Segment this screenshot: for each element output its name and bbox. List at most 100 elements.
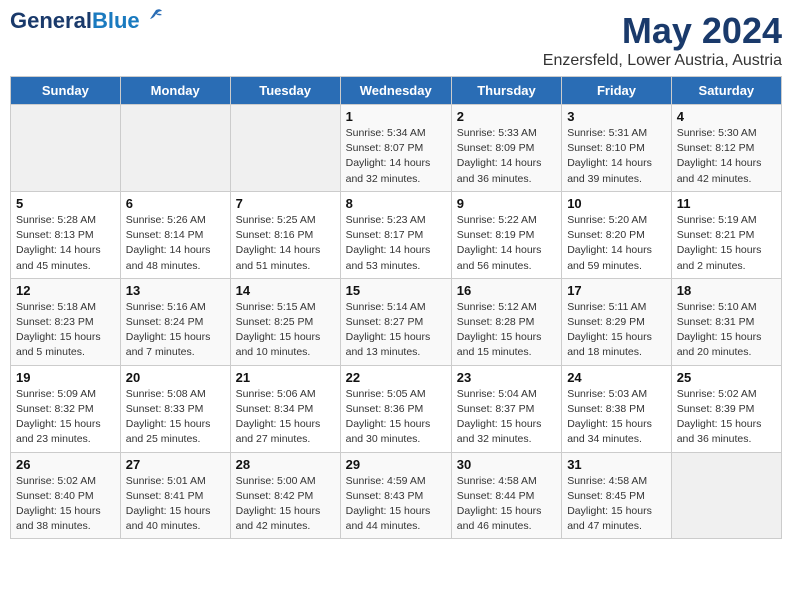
calendar-cell: 6 Sunrise: 5:26 AM Sunset: 8:14 PM Daylig… — [120, 191, 230, 278]
calendar-cell: 14Sunrise: 5:15 AM Sunset: 8:25 PM Dayli… — [230, 278, 340, 365]
location-title: Enzersfeld, Lower Austria, Austria — [543, 52, 782, 70]
calendar-cell: 26 Sunrise: 5:02 AM Sunset: 8:40 PM Dayli… — [11, 452, 121, 539]
day-number: 23 — [457, 370, 556, 385]
day-number: 26 — [16, 457, 115, 472]
calendar-cell — [671, 452, 781, 539]
day-info: Sunrise: 5:06 AM Sunset: 8:34 PM Dayligh… — [236, 387, 335, 448]
calendar-cell: 24 Sunrise: 5:03 AM Sunset: 8:38 PM Dayli… — [562, 365, 672, 452]
calendar-cell: 29Sunrise: 4:59 AM Sunset: 8:43 PM Dayli… — [340, 452, 451, 539]
day-header-friday: Friday — [562, 77, 672, 105]
day-number: 19 — [16, 370, 115, 385]
calendar-cell: 9Sunrise: 5:22 AM Sunset: 8:19 PM Daylig… — [451, 191, 561, 278]
calendar-cell: 2 Sunrise: 5:33 AM Sunset: 8:09 PM Daylig… — [451, 105, 561, 192]
day-number: 8 — [346, 196, 446, 211]
day-info: Sunrise: 5:00 AM Sunset: 8:42 PM Dayligh… — [236, 474, 335, 535]
calendar-week-row: 19 Sunrise: 5:09 AM Sunset: 8:32 PM Dayli… — [11, 365, 782, 452]
day-info: Sunrise: 5:25 AM Sunset: 8:16 PM Dayligh… — [236, 213, 335, 274]
day-info: Sunrise: 5:20 AM Sunset: 8:20 PM Dayligh… — [567, 213, 666, 274]
day-info: Sunrise: 5:19 AM Sunset: 8:21 PM Dayligh… — [677, 213, 776, 274]
day-header-saturday: Saturday — [671, 77, 781, 105]
day-number: 12 — [16, 283, 115, 298]
calendar-table: SundayMondayTuesdayWednesdayThursdayFrid… — [10, 76, 782, 539]
calendar-cell: 21Sunrise: 5:06 AM Sunset: 8:34 PM Dayli… — [230, 365, 340, 452]
day-info: Sunrise: 5:14 AM Sunset: 8:27 PM Dayligh… — [346, 300, 446, 361]
calendar-cell: 28 Sunrise: 5:00 AM Sunset: 8:42 PM Dayli… — [230, 452, 340, 539]
day-info: Sunrise: 5:02 AM Sunset: 8:39 PM Dayligh… — [677, 387, 776, 448]
calendar-cell: 17 Sunrise: 5:11 AM Sunset: 8:29 PM Dayli… — [562, 278, 672, 365]
day-number: 24 — [567, 370, 666, 385]
day-info: Sunrise: 5:34 AM Sunset: 8:07 PM Dayligh… — [346, 126, 446, 187]
day-number: 16 — [457, 283, 556, 298]
day-info: Sunrise: 4:58 AM Sunset: 8:45 PM Dayligh… — [567, 474, 666, 535]
logo-bird-icon — [142, 6, 164, 28]
page-header: GeneralBlue May 2024 Enzersfeld, Lower A… — [10, 10, 782, 70]
day-number: 13 — [126, 283, 225, 298]
day-info: Sunrise: 5:26 AM Sunset: 8:14 PM Dayligh… — [126, 213, 225, 274]
calendar-cell: 12 Sunrise: 5:18 AM Sunset: 8:23 PM Dayli… — [11, 278, 121, 365]
day-number: 30 — [457, 457, 556, 472]
calendar-header-row: SundayMondayTuesdayWednesdayThursdayFrid… — [11, 77, 782, 105]
logo: GeneralBlue — [10, 10, 164, 32]
calendar-cell: 27Sunrise: 5:01 AM Sunset: 8:41 PM Dayli… — [120, 452, 230, 539]
day-info: Sunrise: 5:16 AM Sunset: 8:24 PM Dayligh… — [126, 300, 225, 361]
day-info: Sunrise: 5:30 AM Sunset: 8:12 PM Dayligh… — [677, 126, 776, 187]
calendar-cell: 11Sunrise: 5:19 AM Sunset: 8:21 PM Dayli… — [671, 191, 781, 278]
day-info: Sunrise: 5:28 AM Sunset: 8:13 PM Dayligh… — [16, 213, 115, 274]
calendar-cell: 22Sunrise: 5:05 AM Sunset: 8:36 PM Dayli… — [340, 365, 451, 452]
calendar-cell — [230, 105, 340, 192]
day-info: Sunrise: 5:15 AM Sunset: 8:25 PM Dayligh… — [236, 300, 335, 361]
day-number: 28 — [236, 457, 335, 472]
day-number: 15 — [346, 283, 446, 298]
day-number: 4 — [677, 109, 776, 124]
day-info: Sunrise: 5:11 AM Sunset: 8:29 PM Dayligh… — [567, 300, 666, 361]
day-number: 2 — [457, 109, 556, 124]
day-info: Sunrise: 5:33 AM Sunset: 8:09 PM Dayligh… — [457, 126, 556, 187]
calendar-cell: 15 Sunrise: 5:14 AM Sunset: 8:27 PM Dayli… — [340, 278, 451, 365]
calendar-week-row: 1 Sunrise: 5:34 AM Sunset: 8:07 PM Daylig… — [11, 105, 782, 192]
calendar-cell: 19 Sunrise: 5:09 AM Sunset: 8:32 PM Dayli… — [11, 365, 121, 452]
calendar-cell — [120, 105, 230, 192]
calendar-cell: 8Sunrise: 5:23 AM Sunset: 8:17 PM Daylig… — [340, 191, 451, 278]
calendar-cell: 13 Sunrise: 5:16 AM Sunset: 8:24 PM Dayli… — [120, 278, 230, 365]
day-info: Sunrise: 5:10 AM Sunset: 8:31 PM Dayligh… — [677, 300, 776, 361]
day-info: Sunrise: 5:03 AM Sunset: 8:38 PM Dayligh… — [567, 387, 666, 448]
day-number: 6 — [126, 196, 225, 211]
day-info: Sunrise: 5:01 AM Sunset: 8:41 PM Dayligh… — [126, 474, 225, 535]
day-number: 1 — [346, 109, 446, 124]
day-info: Sunrise: 5:02 AM Sunset: 8:40 PM Dayligh… — [16, 474, 115, 535]
day-info: Sunrise: 4:59 AM Sunset: 8:43 PM Dayligh… — [346, 474, 446, 535]
month-title: May 2024 — [543, 10, 782, 52]
day-number: 7 — [236, 196, 335, 211]
day-info: Sunrise: 5:08 AM Sunset: 8:33 PM Dayligh… — [126, 387, 225, 448]
day-number: 17 — [567, 283, 666, 298]
calendar-cell: 20Sunrise: 5:08 AM Sunset: 8:33 PM Dayli… — [120, 365, 230, 452]
calendar-week-row: 5 Sunrise: 5:28 AM Sunset: 8:13 PM Daylig… — [11, 191, 782, 278]
calendar-week-row: 26 Sunrise: 5:02 AM Sunset: 8:40 PM Dayli… — [11, 452, 782, 539]
calendar-cell: 4 Sunrise: 5:30 AM Sunset: 8:12 PM Daylig… — [671, 105, 781, 192]
calendar-cell: 10Sunrise: 5:20 AM Sunset: 8:20 PM Dayli… — [562, 191, 672, 278]
day-header-wednesday: Wednesday — [340, 77, 451, 105]
calendar-cell: 23 Sunrise: 5:04 AM Sunset: 8:37 PM Dayli… — [451, 365, 561, 452]
logo-text: GeneralBlue — [10, 10, 140, 32]
day-header-tuesday: Tuesday — [230, 77, 340, 105]
day-number: 5 — [16, 196, 115, 211]
calendar-week-row: 12 Sunrise: 5:18 AM Sunset: 8:23 PM Dayli… — [11, 278, 782, 365]
day-info: Sunrise: 5:05 AM Sunset: 8:36 PM Dayligh… — [346, 387, 446, 448]
calendar-cell: 5 Sunrise: 5:28 AM Sunset: 8:13 PM Daylig… — [11, 191, 121, 278]
day-info: Sunrise: 5:18 AM Sunset: 8:23 PM Dayligh… — [16, 300, 115, 361]
calendar-cell: 30 Sunrise: 4:58 AM Sunset: 8:44 PM Dayli… — [451, 452, 561, 539]
calendar-cell: 7 Sunrise: 5:25 AM Sunset: 8:16 PM Daylig… — [230, 191, 340, 278]
calendar-cell: 1 Sunrise: 5:34 AM Sunset: 8:07 PM Daylig… — [340, 105, 451, 192]
day-info: Sunrise: 5:09 AM Sunset: 8:32 PM Dayligh… — [16, 387, 115, 448]
day-header-sunday: Sunday — [11, 77, 121, 105]
day-header-monday: Monday — [120, 77, 230, 105]
day-number: 31 — [567, 457, 666, 472]
day-header-thursday: Thursday — [451, 77, 561, 105]
calendar-cell: 16 Sunrise: 5:12 AM Sunset: 8:28 PM Dayli… — [451, 278, 561, 365]
calendar-cell: 3Sunrise: 5:31 AM Sunset: 8:10 PM Daylig… — [562, 105, 672, 192]
day-info: Sunrise: 4:58 AM Sunset: 8:44 PM Dayligh… — [457, 474, 556, 535]
day-info: Sunrise: 5:12 AM Sunset: 8:28 PM Dayligh… — [457, 300, 556, 361]
day-number: 9 — [457, 196, 556, 211]
day-info: Sunrise: 5:04 AM Sunset: 8:37 PM Dayligh… — [457, 387, 556, 448]
calendar-cell: 25Sunrise: 5:02 AM Sunset: 8:39 PM Dayli… — [671, 365, 781, 452]
